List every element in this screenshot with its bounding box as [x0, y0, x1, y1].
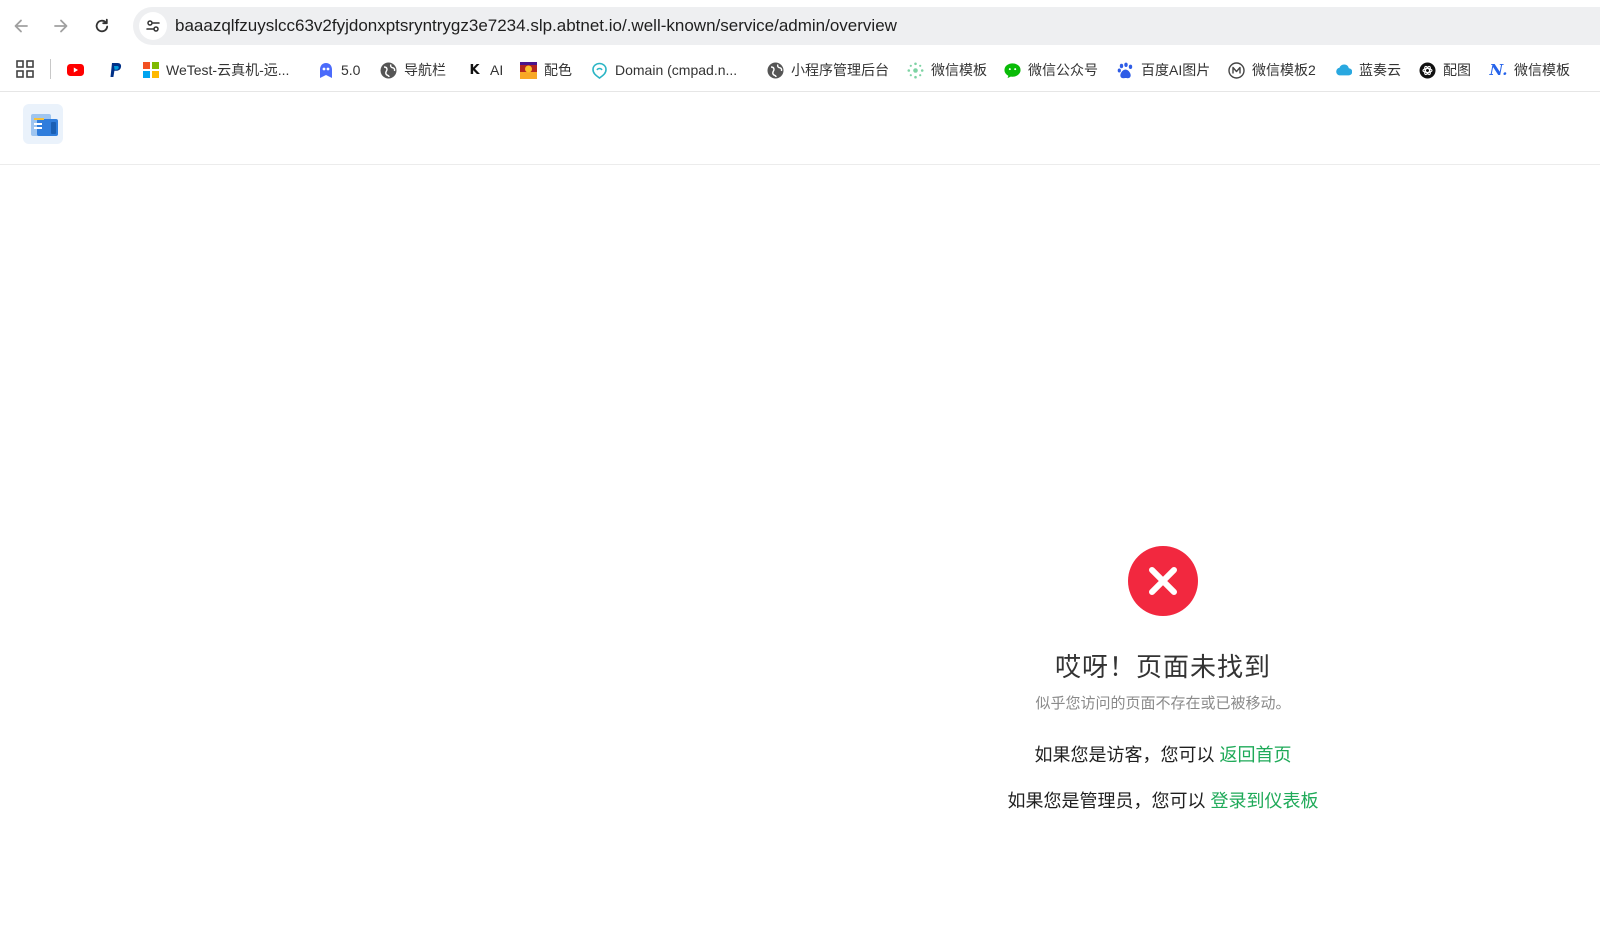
bot-icon [317, 62, 334, 79]
admin-prefix: 如果您是管理员，您可以 [1007, 791, 1206, 811]
bookmark-wechat-template[interactable]: 微信模板 [907, 58, 987, 82]
error-description: 似乎您访问的页面不存在或已被移动。 [1035, 695, 1291, 712]
not-found-panel: 哎呀！页面未找到 似乎您访问的页面不存在或已被移动。 如果您是访客，您可以 返回… [963, 546, 1363, 813]
bookmark-palette[interactable]: 配色 [520, 58, 572, 82]
reload-button[interactable] [87, 11, 117, 41]
bookmark-label: 蓝奏云 [1359, 62, 1401, 78]
wetest-icon [142, 62, 159, 79]
bookmark-baidu-ai[interactable]: 百度AI图片 [1117, 58, 1210, 82]
site-logo[interactable] [23, 104, 63, 144]
return-home-link[interactable]: 返回首页 [1220, 745, 1292, 765]
bookmark-label: 5.0 [341, 62, 361, 78]
logo-icon [31, 114, 58, 136]
bookmark-miniprogram[interactable]: 小程序管理后台 [767, 58, 889, 82]
visitor-prefix: 如果您是访客，您可以 [1034, 745, 1215, 765]
bookmark-domain[interactable]: Domain (cmpad.n... [591, 58, 737, 82]
reload-icon [95, 18, 109, 33]
youtube-icon [67, 62, 84, 79]
baidu-icon [1117, 62, 1134, 79]
palette-icon [520, 61, 537, 79]
domain-icon [591, 62, 608, 79]
site-info-button[interactable] [139, 12, 167, 40]
bookmarks-bar: WeTest-云真机-远... 5.0 导航栏 K AI 配色 Domain (… [0, 52, 1600, 92]
address-bar[interactable]: baaazqlfzuyslcc63v2fyjdonxptsryntrygz3e7… [133, 7, 1600, 45]
bookmark-label: 百度AI图片 [1141, 62, 1211, 78]
visitor-line: 如果您是访客，您可以 返回首页 [963, 743, 1363, 767]
bookmark-label: AI [490, 62, 504, 78]
bookmark-nav[interactable]: 导航栏 [380, 58, 446, 82]
bookmark-label: 小程序管理后台 [791, 62, 889, 78]
bookmark-ai[interactable]: K AI [466, 58, 503, 82]
bookmark-label: WeTest-云真机-远... [166, 62, 290, 78]
login-dashboard-link[interactable]: 登录到仪表板 [1211, 791, 1319, 811]
n-icon: N. [1489, 61, 1508, 79]
bookmark-5-0[interactable]: 5.0 [317, 58, 360, 82]
paypal-icon [107, 62, 124, 79]
cloud-icon [1335, 62, 1352, 79]
arrow-left-icon [14, 19, 28, 33]
globe-icon [767, 62, 784, 79]
back-button[interactable] [6, 11, 36, 41]
arrow-right-icon [54, 19, 68, 33]
bookmark-label: 微信模板 [931, 62, 987, 78]
bookmark-wechat-template-2[interactable]: 微信模板2 [1228, 58, 1316, 82]
url-text[interactable]: baaazqlfzuyslcc63v2fyjdonxptsryntrygz3e7… [175, 16, 897, 36]
tune-icon [146, 20, 160, 32]
wechat-icon [1004, 62, 1021, 79]
bookmark-label: 微信公众号 [1028, 62, 1098, 78]
k-icon: K [469, 62, 480, 78]
openai-icon [1419, 62, 1436, 79]
bookmark-label: 配图 [1443, 62, 1471, 78]
bookmark-label: 配色 [544, 62, 572, 78]
admin-line: 如果您是管理员，您可以 登录到仪表板 [963, 789, 1363, 813]
bookmark-wechat-template-n[interactable]: N. 微信模板 [1490, 58, 1570, 82]
bookmark-label: 导航栏 [404, 62, 446, 78]
apps-grid-icon[interactable] [16, 60, 34, 78]
bookmark-paypal[interactable] [107, 58, 131, 82]
bookmark-image[interactable]: 配图 [1419, 58, 1471, 82]
dots-icon [907, 62, 924, 79]
error-x-icon [1128, 546, 1198, 616]
globe-icon [380, 62, 397, 79]
forward-button[interactable] [46, 11, 76, 41]
bookmark-label: 微信模板 [1514, 62, 1570, 78]
site-header [0, 93, 1600, 165]
browser-toolbar: baaazqlfzuyslcc63v2fyjdonxptsryntrygz3e7… [0, 0, 1600, 52]
bookmark-lanzou[interactable]: 蓝奏云 [1335, 58, 1401, 82]
bookmark-wetest[interactable]: WeTest-云真机-远... [142, 58, 289, 82]
error-title: 哎呀！页面未找到 [1054, 652, 1271, 682]
bookmark-wechat-official[interactable]: 微信公众号 [1004, 58, 1098, 82]
bookmark-label: Domain (cmpad.n... [615, 62, 738, 78]
bookmarks-separator [50, 59, 51, 79]
m-icon [1228, 61, 1245, 79]
bookmark-youtube[interactable] [67, 58, 91, 82]
bookmark-label: 微信模板2 [1252, 62, 1316, 78]
